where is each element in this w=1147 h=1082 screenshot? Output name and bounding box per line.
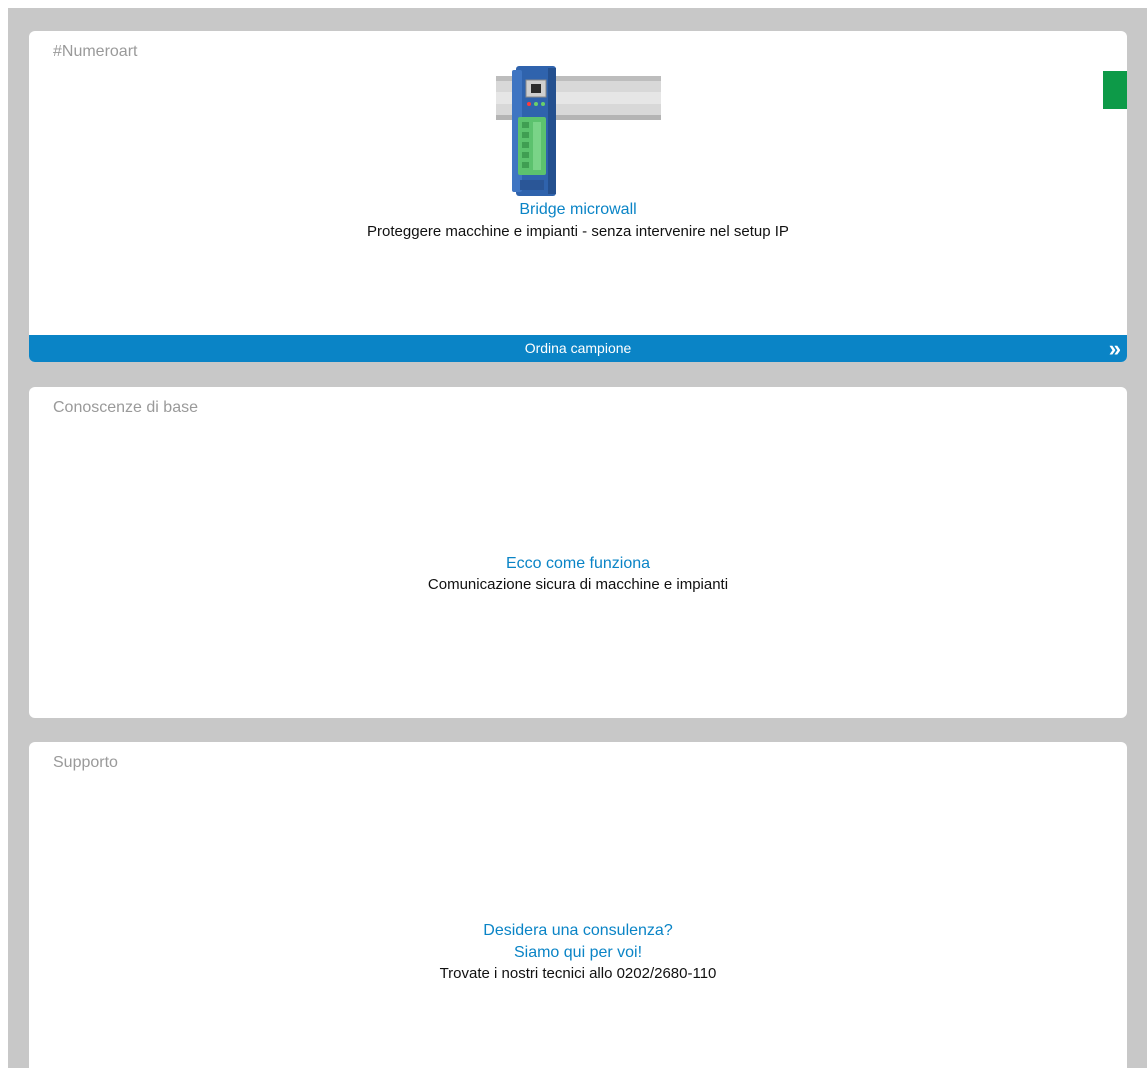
order-sample-button[interactable]: Ordina campione » — [29, 335, 1127, 362]
product-card: #Numeroart Bridge microwall Proteggere m… — [29, 31, 1127, 362]
knowledge-card: Conoscenze di base Ecco come funziona Co… — [29, 387, 1127, 718]
order-sample-label: Ordina campione — [524, 340, 632, 356]
knowledge-card-label: Conoscenze di base — [53, 399, 198, 416]
new-product-marker — [1103, 71, 1127, 109]
consulting-link-line1[interactable]: Desidera una consulenza? — [29, 920, 1127, 942]
product-card-label: #Numeroart — [53, 43, 138, 60]
support-content: Desidera una consulenza? Siamo qui per v… — [29, 920, 1127, 984]
support-card-label: Supporto — [53, 754, 118, 771]
knowledge-description: Comunicazione sicura di macchine e impia… — [427, 576, 729, 593]
product-title-link[interactable]: Bridge microwall — [29, 201, 1127, 219]
double-chevron-right-icon: » — [1108, 336, 1121, 361]
how-it-works-link[interactable]: Ecco come funziona — [29, 553, 1127, 575]
support-phone-text: Trovate i nostri tecnici allo 0202/2680-… — [439, 965, 717, 982]
support-card: Supporto Desidera una consulenza? Siamo … — [29, 742, 1127, 1082]
product-image[interactable] — [496, 62, 661, 199]
consulting-link-line2[interactable]: Siamo qui per voi! — [29, 942, 1127, 964]
product-description: Proteggere macchine e impianti - senza i… — [367, 223, 789, 240]
knowledge-content: Ecco come funziona Comunicazione sicura … — [29, 553, 1127, 595]
